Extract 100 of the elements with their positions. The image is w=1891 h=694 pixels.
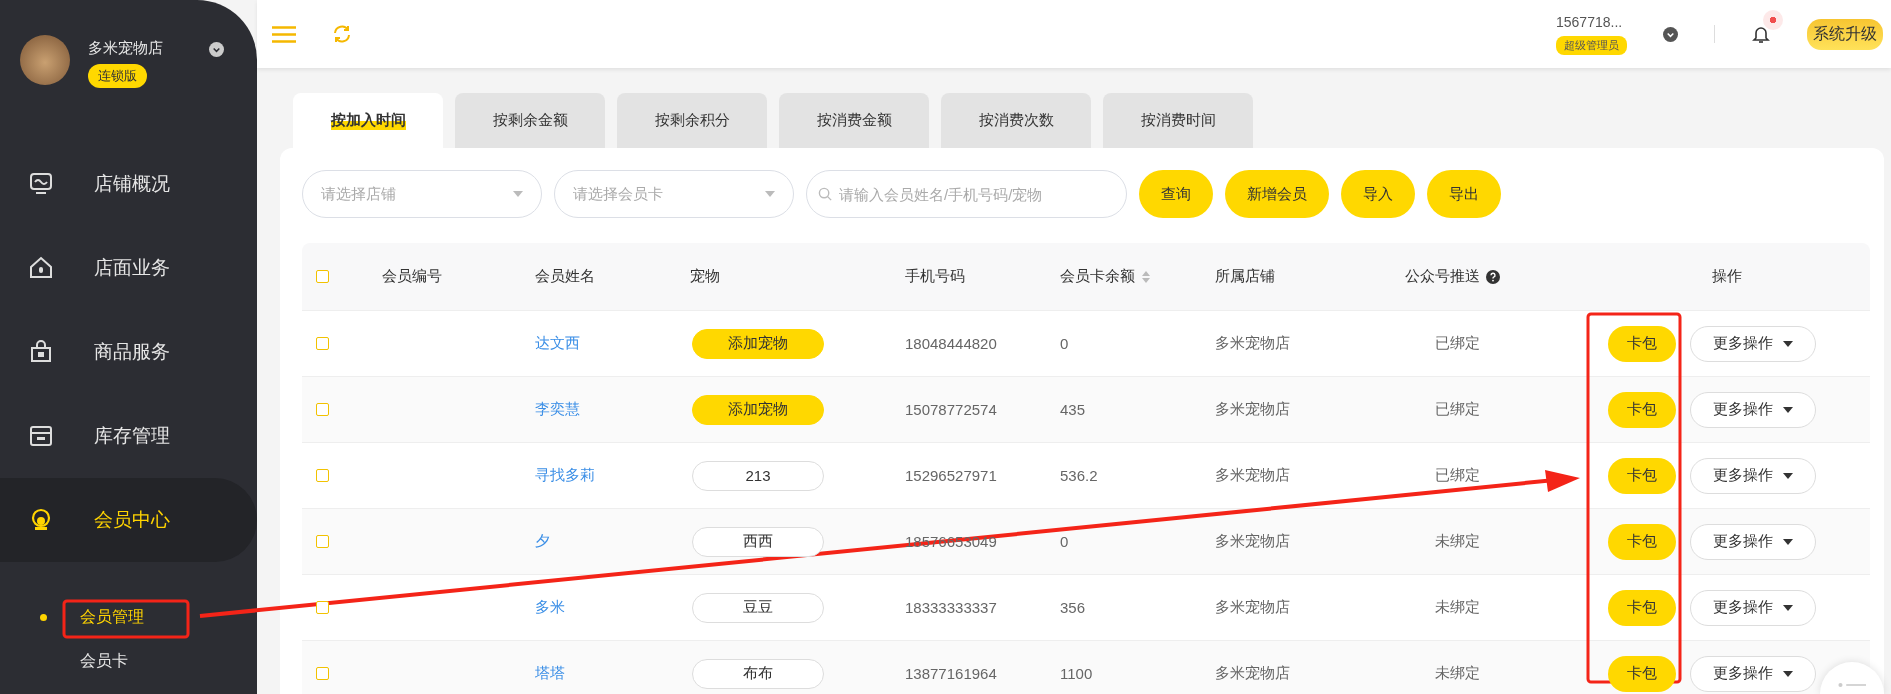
avatar bbox=[20, 35, 70, 85]
action-button[interactable]: 查询 bbox=[1139, 170, 1213, 218]
checkbox[interactable] bbox=[316, 601, 329, 614]
phone-cell: 15296527971 bbox=[905, 467, 997, 484]
balance-cell: 536.2 bbox=[1060, 467, 1098, 484]
balance-cell: 0 bbox=[1060, 533, 1069, 550]
dropdown-icon[interactable] bbox=[209, 42, 224, 57]
menu-item[interactable]: 库存管理 bbox=[0, 394, 257, 478]
phone-cell: 13877161964 bbox=[905, 665, 997, 682]
tab[interactable]: 按剩余金额 bbox=[455, 93, 605, 148]
column-header: 操作 bbox=[1712, 267, 1742, 286]
caret-icon bbox=[1783, 604, 1793, 611]
more-actions-button[interactable]: 更多操作 bbox=[1690, 457, 1816, 494]
action-button[interactable]: 导出 bbox=[1427, 170, 1501, 218]
card-wallet-button[interactable]: 卡包 bbox=[1608, 325, 1676, 362]
store-cell: 多米宠物店 bbox=[1215, 334, 1290, 353]
active-dot bbox=[40, 613, 47, 621]
phone-cell: 15078772574 bbox=[905, 401, 997, 418]
member-name-link[interactable]: 达文西 bbox=[535, 334, 580, 353]
submenu-item[interactable]: 会员管理 bbox=[70, 600, 154, 634]
card-wallet-button[interactable]: 卡包 bbox=[1608, 523, 1676, 560]
column-header: 公众号推送 bbox=[1405, 267, 1480, 286]
add-pet-button[interactable]: 添加宠物 bbox=[692, 394, 824, 425]
push-status-cell: 已绑定 bbox=[1435, 334, 1480, 353]
balance-cell: 0 bbox=[1060, 335, 1069, 352]
bag-icon bbox=[28, 339, 54, 365]
search-icon bbox=[818, 187, 833, 202]
more-actions-button[interactable]: 更多操作 bbox=[1690, 391, 1816, 428]
checkbox[interactable] bbox=[316, 403, 329, 416]
column-header: 宠物 bbox=[690, 267, 720, 286]
tab[interactable]: 按消费时间 bbox=[1103, 93, 1253, 148]
push-status-cell: 已绑定 bbox=[1435, 400, 1480, 419]
card-wallet-button[interactable]: 卡包 bbox=[1608, 457, 1676, 494]
more-actions-button[interactable]: 更多操作 bbox=[1690, 655, 1816, 692]
caret-icon bbox=[1783, 472, 1793, 479]
pet-name-button[interactable]: 213 bbox=[692, 460, 824, 491]
edition-badge: 连锁版 bbox=[88, 64, 147, 88]
push-status-cell: 未绑定 bbox=[1435, 532, 1480, 551]
column-header: 会员姓名 bbox=[535, 267, 595, 286]
menu-item[interactable]: 会员中心 bbox=[0, 478, 257, 562]
store-cell: 多米宠物店 bbox=[1215, 400, 1290, 419]
member-name-link[interactable]: 多米 bbox=[535, 598, 565, 617]
balance-cell: 435 bbox=[1060, 401, 1086, 418]
tab[interactable]: 按消费金额 bbox=[779, 93, 929, 148]
member-name-link[interactable]: 寻找多莉 bbox=[535, 466, 595, 485]
bell-icon[interactable] bbox=[1751, 24, 1771, 44]
tab[interactable]: 按消费次数 bbox=[941, 93, 1091, 148]
checkbox[interactable] bbox=[316, 667, 329, 680]
store-cell: 多米宠物店 bbox=[1215, 466, 1290, 485]
more-actions-button[interactable]: 更多操作 bbox=[1690, 325, 1816, 362]
dropdown-icon[interactable] bbox=[1663, 26, 1678, 42]
house-icon bbox=[28, 255, 54, 281]
notification-dot bbox=[1763, 10, 1783, 30]
search-field[interactable]: 请输入会员姓名/手机号码/宠物 bbox=[806, 170, 1127, 218]
box-icon bbox=[28, 423, 54, 449]
pet-name-button[interactable]: 西西 bbox=[692, 526, 824, 557]
tab[interactable]: 按剩余积分 bbox=[617, 93, 767, 148]
more-actions-button[interactable]: 更多操作 bbox=[1690, 589, 1816, 626]
checkbox[interactable] bbox=[316, 337, 329, 350]
menu-item[interactable]: 店铺概况 bbox=[0, 142, 257, 226]
store-cell: 多米宠物店 bbox=[1215, 664, 1290, 683]
sort-icon[interactable] bbox=[1141, 269, 1151, 284]
phone-cell: 18048444820 bbox=[905, 335, 997, 352]
action-button[interactable]: 新增会员 bbox=[1225, 170, 1329, 218]
store-cell: 多米宠物店 bbox=[1215, 598, 1290, 617]
add-pet-button[interactable]: 添加宠物 bbox=[692, 328, 824, 359]
refresh-icon[interactable] bbox=[332, 24, 352, 44]
checkbox[interactable] bbox=[316, 535, 329, 548]
store-name: 多米宠物店 bbox=[88, 39, 163, 58]
pet-name-button[interactable]: 布布 bbox=[692, 658, 824, 689]
card-wallet-button[interactable]: 卡包 bbox=[1608, 391, 1676, 428]
column-header: 手机号码 bbox=[905, 267, 965, 286]
column-header: 会员卡余额 bbox=[1060, 267, 1135, 286]
pet-name-button[interactable]: 豆豆 bbox=[692, 592, 824, 623]
checkbox[interactable] bbox=[316, 469, 329, 482]
push-status-cell: 未绑定 bbox=[1435, 598, 1480, 617]
caret-icon bbox=[513, 191, 523, 197]
card-wallet-button[interactable]: 卡包 bbox=[1608, 589, 1676, 626]
card-wallet-button[interactable]: 卡包 bbox=[1608, 655, 1676, 692]
submenu-item[interactable]: 会员卡 bbox=[70, 644, 138, 678]
help-icon[interactable] bbox=[1486, 269, 1500, 284]
push-status-cell: 已绑定 bbox=[1435, 466, 1480, 485]
column-header: 会员编号 bbox=[382, 267, 442, 286]
user-name: 1567718... bbox=[1556, 13, 1624, 30]
balance-cell: 1100 bbox=[1060, 665, 1093, 682]
column-header: 所属店铺 bbox=[1215, 267, 1275, 286]
monitor-icon bbox=[28, 171, 54, 197]
caret-icon bbox=[1783, 406, 1793, 413]
caret-icon bbox=[1783, 538, 1793, 545]
action-button[interactable]: 导入 bbox=[1341, 170, 1415, 218]
menu-item[interactable]: 商品服务 bbox=[0, 310, 257, 394]
menu-item[interactable]: 店面业务 bbox=[0, 226, 257, 310]
balance-cell: 356 bbox=[1060, 599, 1086, 616]
checkbox[interactable] bbox=[316, 270, 329, 283]
phone-cell: 18333333337 bbox=[905, 599, 997, 616]
caret-icon bbox=[1783, 340, 1793, 347]
more-actions-button[interactable]: 更多操作 bbox=[1690, 523, 1816, 560]
upgrade-button[interactable]: 系统升级 bbox=[1807, 18, 1883, 50]
menu-icon[interactable] bbox=[272, 25, 296, 43]
store-cell: 多米宠物店 bbox=[1215, 532, 1290, 551]
